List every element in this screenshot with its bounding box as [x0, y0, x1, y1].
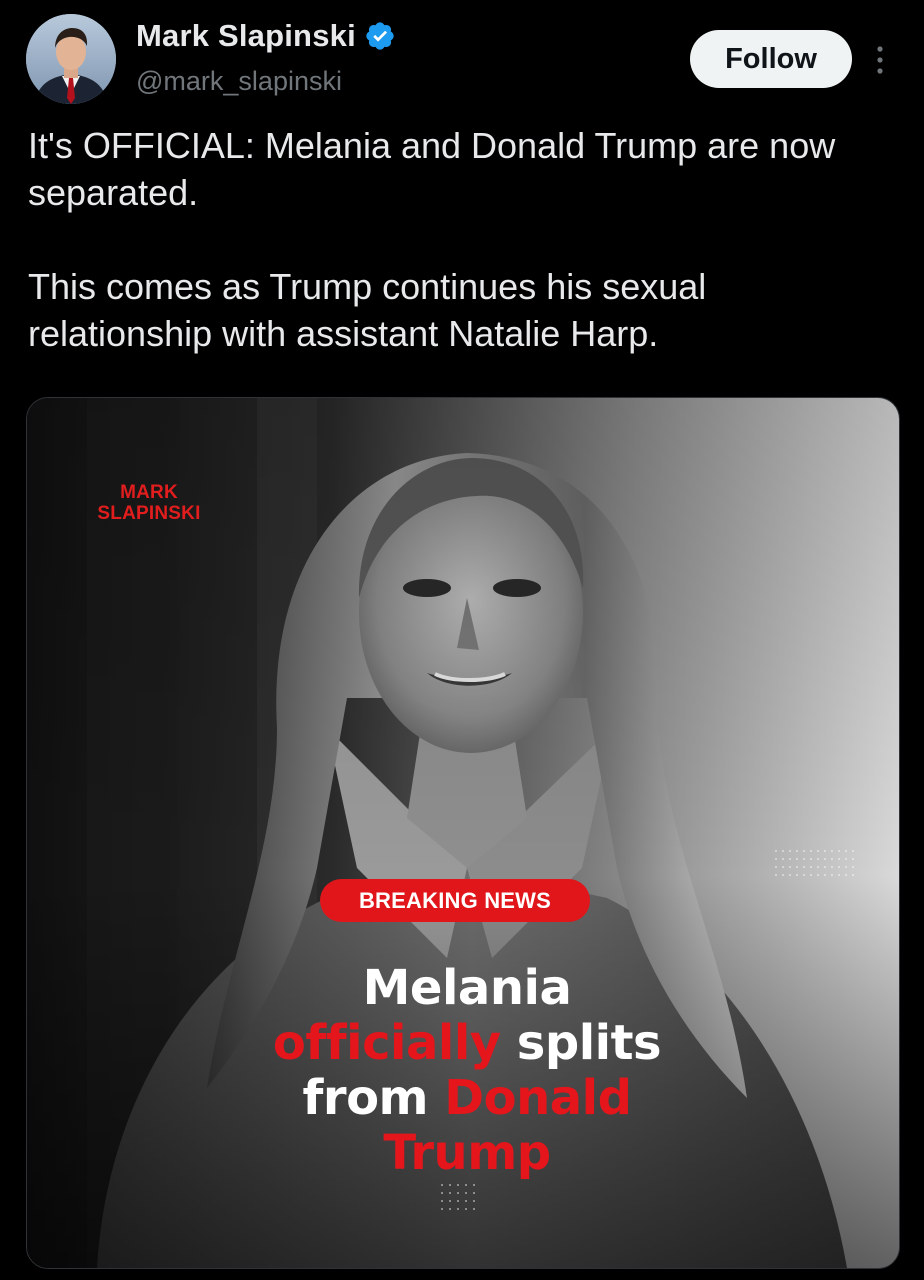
dot — [852, 858, 854, 860]
dot — [465, 1200, 467, 1202]
dot — [775, 874, 777, 876]
dot — [441, 1208, 443, 1210]
dot — [845, 858, 847, 860]
dot — [845, 874, 847, 876]
dot — [852, 874, 854, 876]
dot — [817, 858, 819, 860]
dot — [782, 850, 784, 852]
dot — [473, 1192, 475, 1194]
dot — [457, 1208, 459, 1210]
dot — [449, 1184, 451, 1186]
dot — [810, 850, 812, 852]
dot — [824, 858, 826, 860]
dot — [782, 858, 784, 860]
author-display-name[interactable]: Mark Slapinski — [136, 18, 356, 54]
headline-line: Melania — [147, 961, 787, 1016]
follow-button[interactable]: Follow — [690, 30, 852, 88]
tweet-paragraph: This comes as Trump continues his sexual… — [28, 266, 707, 354]
author-handle[interactable]: @mark_slapinski — [136, 66, 342, 97]
dot — [824, 866, 826, 868]
headline-word: from — [302, 1070, 445, 1126]
author-name-row: Mark Slapinski — [136, 14, 396, 58]
headline-word: splits — [500, 1015, 662, 1071]
dot — [775, 866, 777, 868]
headline-line: from Donald — [147, 1071, 787, 1126]
dot — [465, 1192, 467, 1194]
dot — [473, 1184, 475, 1186]
dot — [789, 858, 791, 860]
dot — [775, 858, 777, 860]
tweet-text: It's OFFICIAL: Melania and Donald Trump … — [28, 122, 898, 357]
dot — [824, 874, 826, 876]
dot — [817, 866, 819, 868]
dot — [441, 1200, 443, 1202]
headline-word: Melania — [362, 960, 572, 1016]
dot — [782, 866, 784, 868]
verified-badge-icon — [364, 20, 396, 52]
headline-line: Trump — [147, 1126, 787, 1181]
dot — [789, 850, 791, 852]
dot — [789, 874, 791, 876]
dot — [803, 874, 805, 876]
dot — [441, 1184, 443, 1186]
dot — [465, 1184, 467, 1186]
decorative-dots — [441, 1184, 475, 1210]
headline-line: officially splits — [147, 1016, 787, 1071]
dot — [465, 1208, 467, 1210]
dot — [817, 874, 819, 876]
dot — [449, 1200, 451, 1202]
dot — [810, 874, 812, 876]
dot — [852, 850, 854, 852]
dot — [845, 866, 847, 868]
dot — [810, 866, 812, 868]
watermark-line: SLAPINSKI — [97, 503, 201, 524]
dot — [796, 858, 798, 860]
dot — [838, 858, 840, 860]
tweet-media-image[interactable]: MARK SLAPINSKI BREAKING NEWS Melania off… — [26, 397, 900, 1269]
dot — [852, 866, 854, 868]
tweet-paragraph: It's OFFICIAL: Melania and Donald Trump … — [28, 125, 836, 213]
decorative-dots — [775, 850, 854, 876]
dot — [810, 858, 812, 860]
more-vertical-icon[interactable] — [868, 40, 892, 80]
headline-word-red: Trump — [383, 1125, 551, 1181]
dot — [803, 850, 805, 852]
dot — [831, 858, 833, 860]
dot — [457, 1192, 459, 1194]
dot — [831, 874, 833, 876]
tweet-page: Mark Slapinski @mark_slapinski Follow It… — [0, 0, 924, 1280]
dot — [449, 1208, 451, 1210]
dot — [782, 874, 784, 876]
dot — [449, 1192, 451, 1194]
dot — [473, 1200, 475, 1202]
headline-word-red: officially — [272, 1015, 501, 1071]
dot — [838, 866, 840, 868]
dot — [457, 1184, 459, 1186]
dot — [831, 850, 833, 852]
headline-word-red: Donald — [444, 1070, 632, 1126]
breaking-news-badge: BREAKING NEWS — [320, 879, 590, 922]
dot — [775, 850, 777, 852]
dot — [473, 1208, 475, 1210]
watermark-line: MARK — [120, 482, 178, 503]
dot — [845, 850, 847, 852]
media-headline: Melania officially splits from Donald Tr… — [147, 961, 787, 1181]
dot — [838, 874, 840, 876]
dot — [796, 874, 798, 876]
dot — [796, 866, 798, 868]
media-watermark: MARK SLAPINSKI — [59, 482, 239, 524]
dot — [817, 850, 819, 852]
dot — [831, 866, 833, 868]
dot — [838, 850, 840, 852]
dot — [796, 850, 798, 852]
dot — [803, 866, 805, 868]
dot — [457, 1200, 459, 1202]
dot — [803, 858, 805, 860]
dot — [441, 1192, 443, 1194]
avatar[interactable] — [26, 14, 116, 104]
dot — [824, 850, 826, 852]
dot — [789, 866, 791, 868]
